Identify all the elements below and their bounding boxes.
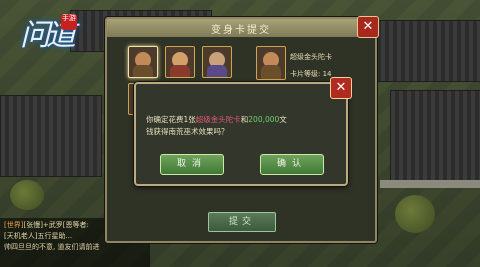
card-body	[133, 65, 153, 77]
selected-card-preview	[256, 46, 286, 80]
card-slot[interactable]	[202, 46, 232, 78]
msg-line2: 钱获得南荒巫术效果吗？	[146, 127, 229, 136]
card-slot[interactable]	[165, 46, 195, 78]
submit-button[interactable]: 提交	[208, 212, 276, 232]
card-slot[interactable]	[128, 46, 158, 78]
chat-text: [张慢]+武罗[恩等者:	[23, 221, 89, 229]
confirm-dialog: ✕ 你确定花费1张超级金头陀卡和200,000文 钱获得南荒巫术效果吗？ 取消 …	[134, 77, 352, 186]
chat-line: 帅四旦旦的不意, 道友们请前进	[4, 243, 100, 251]
msg-amount: 200,000	[248, 115, 280, 124]
building-roof	[0, 95, 102, 177]
msg-unit: 文	[279, 115, 287, 124]
msg-prefix: 你确定花费1张	[146, 115, 196, 124]
card-name: 超级金头陀卡	[290, 53, 332, 61]
panel-title: 变身卡提交	[211, 25, 271, 36]
msg-card: 超级金头陀卡	[195, 115, 241, 124]
chat-tag: [世界]	[4, 221, 24, 229]
close-icon[interactable]: ✕	[330, 77, 352, 99]
tree	[395, 195, 435, 233]
building-roof	[390, 90, 480, 182]
logo-seal: 手游	[61, 14, 77, 30]
card-body	[261, 65, 281, 79]
tree	[10, 180, 44, 210]
card-body	[170, 65, 190, 77]
card-body	[207, 65, 227, 77]
cancel-button[interactable]: 取消	[160, 154, 224, 175]
wall	[380, 180, 480, 188]
panel-header: 变身卡提交	[107, 19, 375, 37]
confirm-button[interactable]: 确认	[260, 154, 324, 175]
game-logo: 问道 手游	[6, 4, 77, 66]
close-icon[interactable]: ✕	[357, 16, 379, 38]
confirm-message: 你确定花费1张超级金头陀卡和200,000文 钱获得南荒巫术效果吗？	[146, 114, 336, 138]
card-level: 卡片等级: 14	[290, 70, 332, 78]
